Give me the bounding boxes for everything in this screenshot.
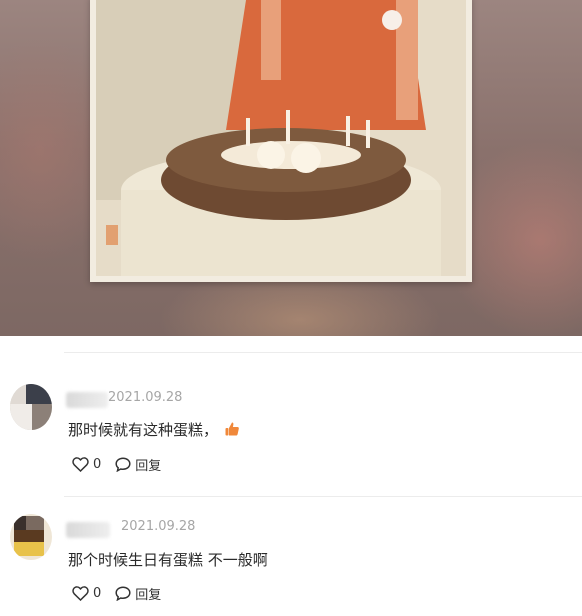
like-button[interactable]: 0: [72, 586, 101, 601]
post-image-area: [0, 0, 582, 336]
heart-icon: [72, 585, 89, 601]
comment-date: 2021.09.28: [108, 390, 183, 405]
thumbs-up-icon: [224, 421, 240, 437]
avatar-image: [10, 514, 52, 560]
comment-list: 2021.09.28 那时候就有这种蛋糕， 0 回复 2021.09.28 那个…: [0, 352, 582, 603]
comment-text: 那时候就有这种蛋糕，: [68, 419, 240, 440]
avatar[interactable]: [10, 384, 52, 430]
comment-item: 2021.09.28 那个时候生日有蛋糕 不一般啊 0 回复: [0, 500, 582, 616]
like-count: 0: [93, 456, 102, 472]
comment-item: 2021.09.28 那时候就有这种蛋糕， 0 回复: [0, 368, 582, 498]
reply-button[interactable]: 回复: [115, 455, 161, 474]
nickname-blurred: [66, 522, 110, 538]
comment-bubble-icon: [115, 585, 131, 601]
comment-bubble-icon: [115, 456, 131, 472]
comment-actions: 0 回复: [72, 454, 175, 474]
post-photo[interactable]: [90, 0, 472, 282]
divider: [64, 496, 582, 497]
like-count: 0: [93, 585, 102, 601]
birthday-cake-photo: [96, 0, 466, 276]
like-button[interactable]: 0: [72, 457, 101, 472]
reply-label: 回复: [135, 458, 162, 474]
comment-text: 那个时候生日有蛋糕 不一般啊: [68, 551, 268, 569]
avatar[interactable]: [10, 514, 52, 560]
comment-date: 2021.09.28: [121, 519, 196, 534]
nickname-blurred: [66, 392, 108, 408]
comment-text-content: 那时候就有这种蛋糕，: [68, 421, 219, 439]
heart-icon: [72, 456, 89, 472]
comment-actions: 0 回复: [72, 583, 175, 603]
divider: [64, 352, 582, 353]
avatar-image: [10, 384, 52, 430]
